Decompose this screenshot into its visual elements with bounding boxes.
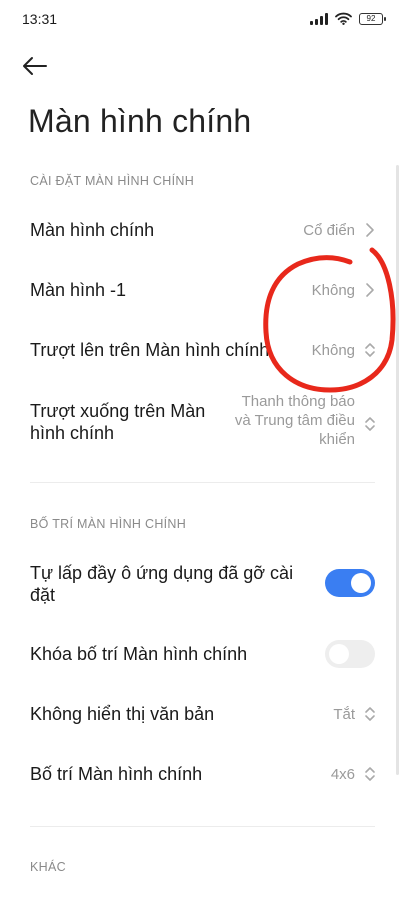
row-value: Thanh thông báo và Trung tâm điều khiển [235, 392, 355, 449]
section-header-home-settings: CÀI ĐẶT MÀN HÌNH CHÍNH [30, 174, 195, 188]
row-label: Màn hình -1 [30, 280, 127, 300]
row-home-screen[interactable]: Màn hình chính Cổ điển [0, 200, 405, 260]
row-label-line: hình chính [30, 423, 115, 443]
row-label: Không hiển thị văn bản [30, 704, 215, 724]
status-bar: 13:31 92 [0, 0, 405, 40]
row-value: Không [311, 342, 355, 359]
battery-icon: 92 [359, 12, 386, 25]
signal-icon [310, 12, 328, 25]
row-value: 4x6 [330, 766, 355, 783]
status-icons: 92 [310, 12, 386, 25]
row-label: Trượt xuống trên Màn hình chính [30, 400, 230, 444]
toggle-knob [329, 644, 349, 664]
row-value: Không [311, 282, 355, 299]
row-label-line: Trượt xuống trên Màn [30, 401, 206, 421]
chevron-updown-icon [365, 343, 375, 357]
chevron-right-icon [366, 223, 374, 237]
chevron-updown-icon [365, 707, 375, 721]
autofill-toggle[interactable] [325, 569, 375, 597]
lock-layout-toggle[interactable] [325, 640, 375, 668]
row-value-line: Thanh thông báo [241, 393, 355, 410]
row-minus-one-screen[interactable]: Màn hình -1 Không [0, 260, 405, 320]
row-swipe-up[interactable]: Trượt lên trên Màn hình chính Không [0, 320, 405, 380]
divider [30, 482, 375, 483]
back-button[interactable] [22, 50, 58, 82]
row-lock-layout[interactable]: Khóa bố trí Màn hình chính [0, 624, 405, 684]
arrow-left-icon [23, 57, 47, 75]
row-label: Tự lấp đầy ô ứng dụng đã gỡ cài đặt [30, 562, 315, 606]
row-value-line: khiển [319, 431, 355, 448]
page-title: Màn hình chính [28, 103, 252, 139]
row-swipe-down[interactable]: Trượt xuống trên Màn hình chính Thanh th… [0, 384, 405, 464]
row-value: Tắt [333, 706, 355, 723]
row-autofill-uninstalled[interactable]: Tự lấp đầy ô ứng dụng đã gỡ cài đặt [0, 552, 405, 616]
row-label: Bố trí Màn hình chính [30, 764, 203, 784]
row-label: Khóa bố trí Màn hình chính [30, 644, 248, 664]
row-hide-text[interactable]: Không hiển thị văn bản Tắt [0, 684, 405, 744]
row-label: Trượt lên trên Màn hình chính [30, 340, 270, 360]
divider [30, 826, 375, 827]
toggle-knob [351, 573, 371, 593]
section-header-layout: BỐ TRÍ MÀN HÌNH CHÍNH [30, 517, 187, 531]
chevron-right-icon [366, 283, 374, 297]
row-home-layout[interactable]: Bố trí Màn hình chính 4x6 [0, 744, 405, 804]
row-label-line: Tự lấp đầy ô ứng dụng đã gỡ cài [30, 563, 294, 583]
row-value: Cổ điển [303, 222, 355, 239]
row-label: Màn hình chính [30, 220, 155, 240]
row-label-line: đặt [30, 585, 56, 605]
chevron-updown-icon [365, 417, 375, 431]
wifi-icon [335, 12, 352, 25]
row-value-line: và Trung tâm điều [234, 412, 355, 429]
chevron-updown-icon [365, 767, 375, 781]
status-time: 13:31 [22, 11, 58, 27]
section-header-other: KHÁC [30, 860, 66, 874]
